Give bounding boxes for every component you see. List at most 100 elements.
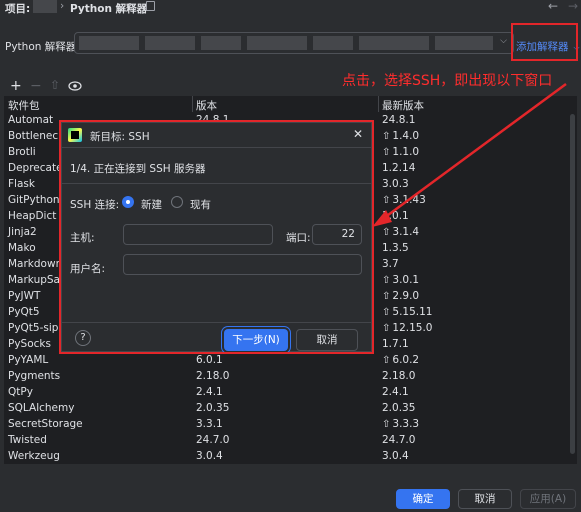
column-header-latest[interactable]: 最新版本 <box>382 98 424 113</box>
package-latest: ⇧ 5.15.11 <box>382 306 432 318</box>
upgrade-arrow-icon: ⇧ <box>382 307 391 318</box>
package-latest: ⇧ 1.1.0 <box>382 146 419 158</box>
package-latest: 2.4.1 <box>382 386 409 398</box>
interpreter-path-redacted <box>359 36 429 50</box>
arrow-left-icon[interactable]: ← <box>548 0 558 13</box>
package-name: Twisted <box>8 434 47 446</box>
remove-icon[interactable]: − <box>30 78 42 94</box>
package-latest: 1.2.14 <box>382 162 415 174</box>
package-version: 3.0.4 <box>196 450 223 462</box>
cancel-button[interactable]: 取消 <box>458 489 512 509</box>
latest-version-value: 3.0.3 <box>382 178 409 190</box>
package-name: Flask <box>8 178 35 190</box>
package-latest: 1.7.1 <box>382 338 409 350</box>
chevron-down-icon: ⌵ <box>500 36 507 46</box>
package-latest: ⇧ 3.1.43 <box>382 194 426 206</box>
package-latest: 1.3.5 <box>382 242 409 254</box>
table-row[interactable]: QtPy 2.4.1 2.4.1 <box>4 384 577 400</box>
package-name: GitPython <box>8 194 60 206</box>
settings-header: 项目: › Python 解释器 ← → <box>0 0 581 16</box>
upgrade-arrow-icon: ⇧ <box>382 291 391 302</box>
upgrade-arrow-icon: ⇧ <box>382 195 391 206</box>
package-version: 3.3.1 <box>196 418 223 430</box>
latest-version-value: 24.7.0 <box>382 434 416 446</box>
table-scrollbar[interactable] <box>570 114 575 454</box>
package-name: PyYAML <box>8 354 49 366</box>
table-row[interactable]: PyYAML 6.0.1 ⇧ 6.0.2 <box>4 352 577 368</box>
package-latest: ⇧ 3.0.1 <box>382 274 419 286</box>
package-latest: ⇧ 3.3.3 <box>382 418 419 430</box>
latest-version-value: 2.18.0 <box>382 370 416 382</box>
latest-version-value: 3.1.43 <box>392 194 426 206</box>
page-title: Python 解释器 <box>70 3 148 15</box>
upgrade-arrow-icon: ⇧ <box>382 323 391 334</box>
latest-version-value: 3.0.4 <box>382 450 409 462</box>
upgrade-arrow-icon: ⇧ <box>382 147 391 158</box>
ok-button[interactable]: 确定 <box>396 489 450 509</box>
interpreter-path-redacted <box>435 36 493 50</box>
package-latest: 3.0.3 <box>382 178 409 190</box>
package-name: PySocks <box>8 338 51 350</box>
package-name: Automat <box>8 114 54 126</box>
upgrade-arrow-icon: ⇧ <box>382 355 391 366</box>
apply-button[interactable]: 应用(A) <box>520 489 576 509</box>
latest-version-value: 24.8.1 <box>382 114 416 126</box>
package-name: Bottleneck <box>8 130 65 142</box>
interpreter-label: Python 解释器: <box>5 41 80 53</box>
package-name: PyQt5 <box>8 306 40 318</box>
package-name: HeapDict <box>8 210 57 222</box>
table-row[interactable]: SecretStorage 3.3.1 ⇧ 3.3.3 <box>4 416 577 432</box>
package-name: Brotli <box>8 146 36 158</box>
package-name: Mako <box>8 242 36 254</box>
latest-version-value: 2.0.35 <box>382 402 416 414</box>
latest-version-value: 3.0.1 <box>392 274 420 286</box>
interpreter-path-redacted <box>79 36 139 50</box>
annotation-highlight-add-interpreter <box>511 23 578 61</box>
package-version: 2.18.0 <box>196 370 230 382</box>
interpreter-path-redacted <box>201 36 241 50</box>
upgrade-arrow-icon: ⇧ <box>382 419 391 430</box>
latest-version-value: 1.2.14 <box>382 162 416 174</box>
latest-version-value: 3.3.3 <box>392 418 420 430</box>
table-row[interactable]: Werkzeug 3.0.4 3.0.4 <box>4 448 577 464</box>
upgrade-arrow-icon: ⇧ <box>382 131 391 142</box>
add-icon[interactable]: + <box>10 78 22 94</box>
package-latest: ⇧ 6.0.2 <box>382 354 419 366</box>
column-header-package[interactable]: 软件包 <box>8 98 40 113</box>
annotation-text: 点击，选择SSH，即出现以下窗口 <box>342 73 553 89</box>
table-row[interactable]: Pygments 2.18.0 2.18.0 <box>4 368 577 384</box>
package-name: Jinja2 <box>8 226 37 238</box>
package-name: SecretStorage <box>8 418 83 430</box>
package-latest: ⇧ 1.4.0 <box>382 130 419 142</box>
latest-version-value: 1.4.0 <box>392 130 420 142</box>
upgrade-icon[interactable]: ⇧ <box>50 78 60 92</box>
latest-version-value: 1.0.1 <box>382 210 409 222</box>
upgrade-arrow-icon: ⇧ <box>382 227 391 238</box>
latest-version-value: 5.15.11 <box>392 306 433 318</box>
package-version: 2.0.35 <box>196 402 230 414</box>
latest-version-value: 12.15.0 <box>392 322 433 334</box>
column-divider <box>192 96 193 112</box>
package-name: PyQt5-sip <box>8 322 59 334</box>
latest-version-value: 1.3.5 <box>382 242 409 254</box>
latest-version-value: 3.7 <box>382 258 399 270</box>
package-name: SQLAlchemy <box>8 402 75 414</box>
pin-icon[interactable] <box>146 1 155 11</box>
arrow-right-icon[interactable]: → <box>568 0 578 13</box>
breadcrumb-separator: › <box>60 0 65 12</box>
annotation-highlight-dialog <box>59 120 374 354</box>
package-name: Markdown <box>8 258 63 270</box>
table-row[interactable]: SQLAlchemy 2.0.35 2.0.35 <box>4 400 577 416</box>
table-header: 软件包 版本 最新版本 <box>4 96 577 112</box>
table-row[interactable]: Twisted 24.7.0 24.7.0 <box>4 432 577 448</box>
package-latest: 24.7.0 <box>382 434 415 446</box>
package-name: Werkzeug <box>8 450 60 462</box>
eye-icon[interactable] <box>68 79 82 95</box>
package-latest: 3.0.4 <box>382 450 409 462</box>
project-label: 项目: <box>5 3 31 15</box>
package-latest: 1.0.1 <box>382 210 409 222</box>
interpreter-path-redacted <box>247 36 307 50</box>
column-header-version[interactable]: 版本 <box>196 98 217 113</box>
interpreter-select[interactable]: ⌵ <box>74 32 514 54</box>
package-version: 2.4.1 <box>196 386 223 398</box>
